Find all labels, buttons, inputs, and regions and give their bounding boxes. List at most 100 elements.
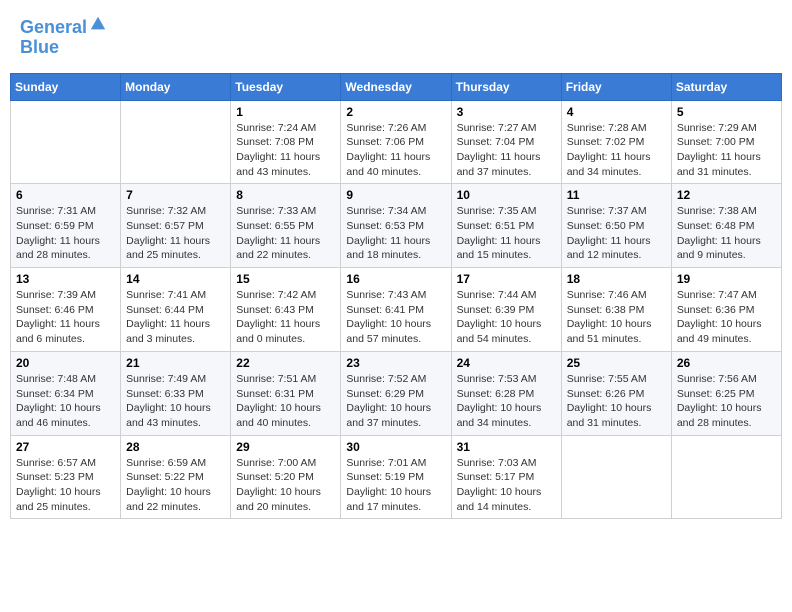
day-number: 18: [567, 272, 666, 286]
day-info: Sunrise: 7:47 AM Sunset: 6:36 PM Dayligh…: [677, 288, 776, 347]
calendar-cell: 28 Sunrise: 6:59 AM Sunset: 5:22 PM Dayli…: [121, 435, 231, 519]
calendar-week-2: 6 Sunrise: 7:31 AM Sunset: 6:59 PM Daylig…: [11, 184, 782, 268]
logo-general: General: [20, 17, 87, 37]
day-info: Sunrise: 6:59 AM Sunset: 5:22 PM Dayligh…: [126, 456, 225, 515]
day-number: 31: [457, 440, 556, 454]
calendar-cell: 9 Sunrise: 7:34 AM Sunset: 6:53 PM Daylig…: [341, 184, 451, 268]
calendar-cell: 21Sunrise: 7:49 AM Sunset: 6:33 PM Dayli…: [121, 351, 231, 435]
weekday-header-sunday: Sunday: [11, 73, 121, 100]
day-info: Sunrise: 7:42 AM Sunset: 6:43 PM Dayligh…: [236, 288, 335, 347]
logo-icon: [89, 15, 107, 33]
day-number: 28: [126, 440, 225, 454]
day-number: 24: [457, 356, 556, 370]
weekday-header-tuesday: Tuesday: [231, 73, 341, 100]
calendar-cell: 2 Sunrise: 7:26 AM Sunset: 7:06 PM Daylig…: [341, 100, 451, 184]
calendar-cell: [671, 435, 781, 519]
day-number: 26: [677, 356, 776, 370]
calendar-cell: 23 Sunrise: 7:52 AM Sunset: 6:29 PM Dayli…: [341, 351, 451, 435]
calendar-cell: 4 Sunrise: 7:28 AM Sunset: 7:02 PM Daylig…: [561, 100, 671, 184]
weekday-header-monday: Monday: [121, 73, 231, 100]
weekday-header-wednesday: Wednesday: [341, 73, 451, 100]
day-info: Sunrise: 7:55 AM Sunset: 6:26 PM Dayligh…: [567, 372, 666, 431]
day-info: Sunrise: 7:35 AM Sunset: 6:51 PM Dayligh…: [457, 204, 556, 263]
day-info: Sunrise: 7:44 AM Sunset: 6:39 PM Dayligh…: [457, 288, 556, 347]
calendar-cell: 3 Sunrise: 7:27 AM Sunset: 7:04 PM Daylig…: [451, 100, 561, 184]
day-number: 13: [16, 272, 115, 286]
calendar-cell: 8Sunrise: 7:33 AM Sunset: 6:55 PM Daylig…: [231, 184, 341, 268]
day-info: Sunrise: 7:53 AM Sunset: 6:28 PM Dayligh…: [457, 372, 556, 431]
day-number: 8: [236, 188, 335, 202]
calendar-cell: 22 Sunrise: 7:51 AM Sunset: 6:31 PM Dayli…: [231, 351, 341, 435]
day-info: Sunrise: 7:29 AM Sunset: 7:00 PM Dayligh…: [677, 121, 776, 180]
logo-blue: Blue: [20, 37, 59, 57]
page-header: General Blue: [10, 10, 782, 63]
day-info: Sunrise: 7:41 AM Sunset: 6:44 PM Dayligh…: [126, 288, 225, 347]
weekday-header-thursday: Thursday: [451, 73, 561, 100]
day-number: 9: [346, 188, 445, 202]
calendar-cell: 19 Sunrise: 7:47 AM Sunset: 6:36 PM Dayli…: [671, 268, 781, 352]
day-info: Sunrise: 7:24 AM Sunset: 7:08 PM Dayligh…: [236, 121, 335, 180]
calendar-cell: 13 Sunrise: 7:39 AM Sunset: 6:46 PM Dayli…: [11, 268, 121, 352]
day-info: Sunrise: 7:32 AM Sunset: 6:57 PM Dayligh…: [126, 204, 225, 263]
calendar-cell: 18Sunrise: 7:46 AM Sunset: 6:38 PM Dayli…: [561, 268, 671, 352]
day-info: Sunrise: 7:37 AM Sunset: 6:50 PM Dayligh…: [567, 204, 666, 263]
day-number: 6: [16, 188, 115, 202]
logo: General Blue: [20, 15, 107, 58]
day-number: 19: [677, 272, 776, 286]
calendar-cell: 29 Sunrise: 7:00 AM Sunset: 5:20 PM Dayli…: [231, 435, 341, 519]
day-number: 7: [126, 188, 225, 202]
day-number: 29: [236, 440, 335, 454]
calendar-week-1: 1 Sunrise: 7:24 AM Sunset: 7:08 PM Daylig…: [11, 100, 782, 184]
day-number: 22: [236, 356, 335, 370]
calendar-cell: [561, 435, 671, 519]
day-number: 16: [346, 272, 445, 286]
day-info: Sunrise: 7:52 AM Sunset: 6:29 PM Dayligh…: [346, 372, 445, 431]
day-info: Sunrise: 7:26 AM Sunset: 7:06 PM Dayligh…: [346, 121, 445, 180]
day-number: 14: [126, 272, 225, 286]
calendar-header-row: SundayMondayTuesdayWednesdayThursdayFrid…: [11, 73, 782, 100]
day-info: Sunrise: 7:39 AM Sunset: 6:46 PM Dayligh…: [16, 288, 115, 347]
day-info: Sunrise: 7:03 AM Sunset: 5:17 PM Dayligh…: [457, 456, 556, 515]
day-number: 4: [567, 105, 666, 119]
day-number: 27: [16, 440, 115, 454]
calendar-week-4: 20Sunrise: 7:48 AM Sunset: 6:34 PM Dayli…: [11, 351, 782, 435]
day-number: 30: [346, 440, 445, 454]
day-number: 10: [457, 188, 556, 202]
day-number: 23: [346, 356, 445, 370]
calendar-cell: 30 Sunrise: 7:01 AM Sunset: 5:19 PM Dayli…: [341, 435, 451, 519]
calendar-week-3: 13 Sunrise: 7:39 AM Sunset: 6:46 PM Dayli…: [11, 268, 782, 352]
day-info: Sunrise: 7:27 AM Sunset: 7:04 PM Dayligh…: [457, 121, 556, 180]
day-info: Sunrise: 7:51 AM Sunset: 6:31 PM Dayligh…: [236, 372, 335, 431]
day-info: Sunrise: 7:01 AM Sunset: 5:19 PM Dayligh…: [346, 456, 445, 515]
calendar-cell: 14 Sunrise: 7:41 AM Sunset: 6:44 PM Dayli…: [121, 268, 231, 352]
calendar-cell: 16 Sunrise: 7:43 AM Sunset: 6:41 PM Dayli…: [341, 268, 451, 352]
calendar-week-5: 27Sunrise: 6:57 AM Sunset: 5:23 PM Dayli…: [11, 435, 782, 519]
day-number: 21: [126, 356, 225, 370]
calendar-cell: [121, 100, 231, 184]
day-number: 3: [457, 105, 556, 119]
calendar-cell: 26Sunrise: 7:56 AM Sunset: 6:25 PM Dayli…: [671, 351, 781, 435]
calendar-cell: 25 Sunrise: 7:55 AM Sunset: 6:26 PM Dayli…: [561, 351, 671, 435]
day-info: Sunrise: 7:31 AM Sunset: 6:59 PM Dayligh…: [16, 204, 115, 263]
day-number: 15: [236, 272, 335, 286]
weekday-header-friday: Friday: [561, 73, 671, 100]
day-number: 25: [567, 356, 666, 370]
calendar-cell: 27Sunrise: 6:57 AM Sunset: 5:23 PM Dayli…: [11, 435, 121, 519]
calendar-cell: 7 Sunrise: 7:32 AM Sunset: 6:57 PM Daylig…: [121, 184, 231, 268]
day-number: 2: [346, 105, 445, 119]
day-number: 5: [677, 105, 776, 119]
day-number: 1: [236, 105, 335, 119]
calendar-cell: 24 Sunrise: 7:53 AM Sunset: 6:28 PM Dayli…: [451, 351, 561, 435]
calendar-cell: 31 Sunrise: 7:03 AM Sunset: 5:17 PM Dayli…: [451, 435, 561, 519]
day-info: Sunrise: 7:28 AM Sunset: 7:02 PM Dayligh…: [567, 121, 666, 180]
day-info: Sunrise: 7:38 AM Sunset: 6:48 PM Dayligh…: [677, 204, 776, 263]
day-number: 11: [567, 188, 666, 202]
day-info: Sunrise: 7:34 AM Sunset: 6:53 PM Dayligh…: [346, 204, 445, 263]
day-info: Sunrise: 7:43 AM Sunset: 6:41 PM Dayligh…: [346, 288, 445, 347]
calendar-cell: [11, 100, 121, 184]
day-number: 17: [457, 272, 556, 286]
calendar-cell: 12Sunrise: 7:38 AM Sunset: 6:48 PM Dayli…: [671, 184, 781, 268]
calendar-cell: 10 Sunrise: 7:35 AM Sunset: 6:51 PM Dayli…: [451, 184, 561, 268]
calendar-cell: 15 Sunrise: 7:42 AM Sunset: 6:43 PM Dayli…: [231, 268, 341, 352]
day-info: Sunrise: 7:00 AM Sunset: 5:20 PM Dayligh…: [236, 456, 335, 515]
